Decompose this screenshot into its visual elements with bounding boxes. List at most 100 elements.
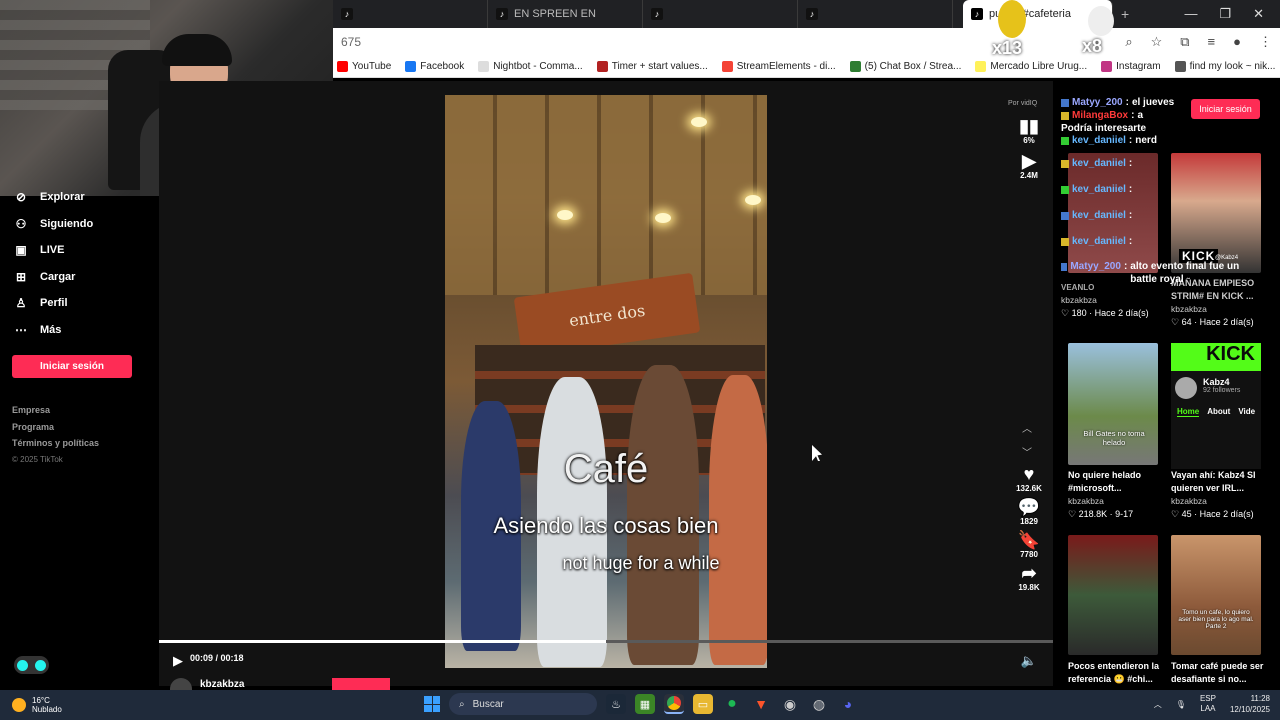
chat-message: kev_daniiel: <box>1061 236 1261 249</box>
play-icon[interactable]: ▶ <box>173 653 183 669</box>
stats-button[interactable]: ▮▮ 6% <box>1009 116 1049 145</box>
sidebar-item-explorar[interactable]: ⊘ Explorar <box>0 184 159 211</box>
chrome-icon[interactable] <box>664 694 684 714</box>
author-name[interactable]: kbzakbza <box>200 679 244 690</box>
language-indicator[interactable]: ESP LAA <box>1200 694 1216 714</box>
video-thumbnail[interactable]: Bill Gates no toma helado <box>1068 343 1158 465</box>
browser-tab[interactable]: ♪ <box>798 0 953 28</box>
app-icon <box>17 659 29 671</box>
get-app-toggle[interactable] <box>14 656 49 674</box>
footer-link-programa[interactable]: Programa <box>12 419 159 436</box>
streamer-cap <box>162 34 232 66</box>
sidebar-item-perfil[interactable]: ♙ Perfil <box>0 290 159 317</box>
bookmark-label: Timer + start values... <box>611 61 708 72</box>
sidebar-item-cargar[interactable]: ⊞ Cargar <box>0 264 159 291</box>
footer-link-empresa[interactable]: Empresa <box>12 402 159 419</box>
sidebar-item-label: LIVE <box>40 244 65 257</box>
like-button[interactable]: ♥ 132.6K <box>1009 464 1049 493</box>
bookmark-item[interactable]: Timer + start values... <box>596 61 708 72</box>
chat-colon: : <box>1123 261 1128 273</box>
chat-message: kev_daniiel: <box>1061 184 1261 197</box>
vidiq-label: Por vidIQ <box>1008 100 1038 107</box>
bookmark-item[interactable]: Nightbot - Comma... <box>478 61 583 72</box>
close-window-icon[interactable]: ✕ <box>1253 6 1264 22</box>
menu-icon[interactable]: ⋮ <box>1259 34 1272 50</box>
progress-bar[interactable] <box>159 640 1053 643</box>
minecraft-icon[interactable]: ▦ <box>635 694 655 714</box>
maximize-icon[interactable]: ❐ <box>1219 6 1231 22</box>
bookmark-item[interactable]: StreamElements - di... <box>721 61 836 72</box>
bookmark-item[interactable]: (5) Chat Box / Strea... <box>849 61 961 72</box>
taskbar-apps: ⌕ Buscar ♨ ▦ ▭ ● ▼ ◉ ◍ ◕ <box>424 693 858 715</box>
chat-badge-icon <box>1061 137 1069 146</box>
browser-tab[interactable]: ♪ <box>643 0 798 28</box>
new-tab-button[interactable]: + <box>1121 6 1129 22</box>
chat-message: kev_daniiel: <box>1061 210 1261 223</box>
bookmark-label: find my look ~ nik... <box>1189 61 1276 72</box>
video-frame[interactable]: entre dos Café Asiendo las cosas bien no… <box>445 95 767 668</box>
sidebar-item-label: Cargar <box>40 270 76 283</box>
chat-badge-icon <box>1061 237 1069 246</box>
share-button[interactable]: ➦ 19.8K <box>1009 563 1049 592</box>
views-count: 2.4M <box>1020 171 1038 180</box>
settings-icon[interactable]: ◍ <box>809 694 829 714</box>
author-avatar[interactable] <box>170 678 192 690</box>
chat-colon: : <box>1125 97 1129 108</box>
footer-link-terminos[interactable]: Términos y políticas <box>12 435 159 452</box>
stats-percent: 6% <box>1023 136 1035 145</box>
play-count-icon: ▶ <box>1022 151 1036 171</box>
file-explorer-icon[interactable]: ▭ <box>693 694 713 714</box>
bookmark-item[interactable]: find my look ~ nik... <box>1174 61 1276 72</box>
kick-tab-videos[interactable]: Vide <box>1238 407 1255 417</box>
follow-button[interactable] <box>332 678 391 690</box>
chat-message: kev_daniiel: nerd <box>1061 135 1261 148</box>
zoom-icon[interactable]: ⌕ <box>1125 34 1132 50</box>
sidebar-item-live[interactable]: ▣ LIVE <box>0 237 159 264</box>
kick-tab-about[interactable]: About <box>1207 407 1230 417</box>
weather-widget[interactable]: 16°C Nublado <box>0 696 160 714</box>
tiktok-icon: ♪ <box>341 8 353 20</box>
video-player: entre dos Café Asiendo las cosas bien no… <box>159 81 1053 686</box>
microphone-icon[interactable]: 🎙 <box>1176 700 1186 709</box>
card-caption: Vayan ahí: Kabz4 SI quieren ver IRL... k… <box>1171 469 1271 521</box>
browser-tab[interactable]: ♪ <box>333 0 488 28</box>
discord-icon[interactable]: ◕ <box>838 694 858 714</box>
chevron-up-icon[interactable]: ︿ <box>1154 699 1162 710</box>
card-title: Tomar café puede ser desafiante si no... <box>1171 661 1264 684</box>
kick-profile-card[interactable]: KICK Kabz4 92 followers Home About Vide <box>1171 343 1261 469</box>
login-button[interactable]: Iniciar sesión <box>12 355 132 378</box>
minimize-icon[interactable]: — <box>1184 6 1197 22</box>
taskbar-search[interactable]: ⌕ Buscar <box>449 693 597 715</box>
obs-icon[interactable]: ◉ <box>780 694 800 714</box>
chevron-up-icon[interactable]: ︿ <box>1022 418 1032 442</box>
video-thumbnail[interactable]: Tomo un cafe, lo quiero aser bien para l… <box>1171 535 1261 655</box>
card-meta: ♡ 64 · Hace 2 día(s) <box>1171 317 1254 327</box>
spotify-icon[interactable]: ● <box>722 694 742 714</box>
chat-badge-icon <box>1061 111 1069 120</box>
sidebar-item-más[interactable]: ⋯ Más <box>0 317 159 344</box>
bookmark-item[interactable]: YouTube <box>337 61 391 72</box>
sticker-left-count: x13 <box>992 38 1023 58</box>
chevron-down-icon[interactable]: ﹀ <box>1022 442 1032 466</box>
bookmark-label: Instagram <box>1116 61 1161 72</box>
start-icon[interactable] <box>424 696 440 712</box>
sidebar-item-siguiendo[interactable]: ⚇ Siguiendo <box>0 211 159 238</box>
steam-icon[interactable]: ♨ <box>606 694 626 714</box>
clock[interactable]: 11:28 12/10/2025 <box>1230 693 1270 715</box>
comment-button[interactable]: 💬 1829 <box>1009 497 1049 526</box>
profile-avatar[interactable]: ● <box>1233 34 1241 50</box>
ceiling-lamp <box>557 210 573 220</box>
volume-icon[interactable]: 🔈 <box>1021 653 1037 669</box>
share-icon: ➦ <box>1021 563 1037 583</box>
browser-tab[interactable]: ♪ EN SPREEN EN <box>488 0 643 28</box>
kick-tab-home[interactable]: Home <box>1177 407 1200 417</box>
chat-message: Matyy_200: alto evento final fue un battl… <box>1061 261 1261 287</box>
views-button[interactable]: ▶ 2.4M <box>1009 151 1049 180</box>
brave-icon[interactable]: ▼ <box>751 694 771 714</box>
bookmark-star-icon[interactable]: ☆ <box>1151 34 1163 50</box>
extensions-icon[interactable]: ⧉ <box>1180 34 1189 50</box>
save-button[interactable]: 🔖 7780 <box>1009 530 1049 559</box>
bookmark-item[interactable]: Facebook <box>405 61 464 72</box>
video-thumbnail[interactable] <box>1068 535 1158 655</box>
media-icon[interactable]: ≡ <box>1208 34 1216 50</box>
